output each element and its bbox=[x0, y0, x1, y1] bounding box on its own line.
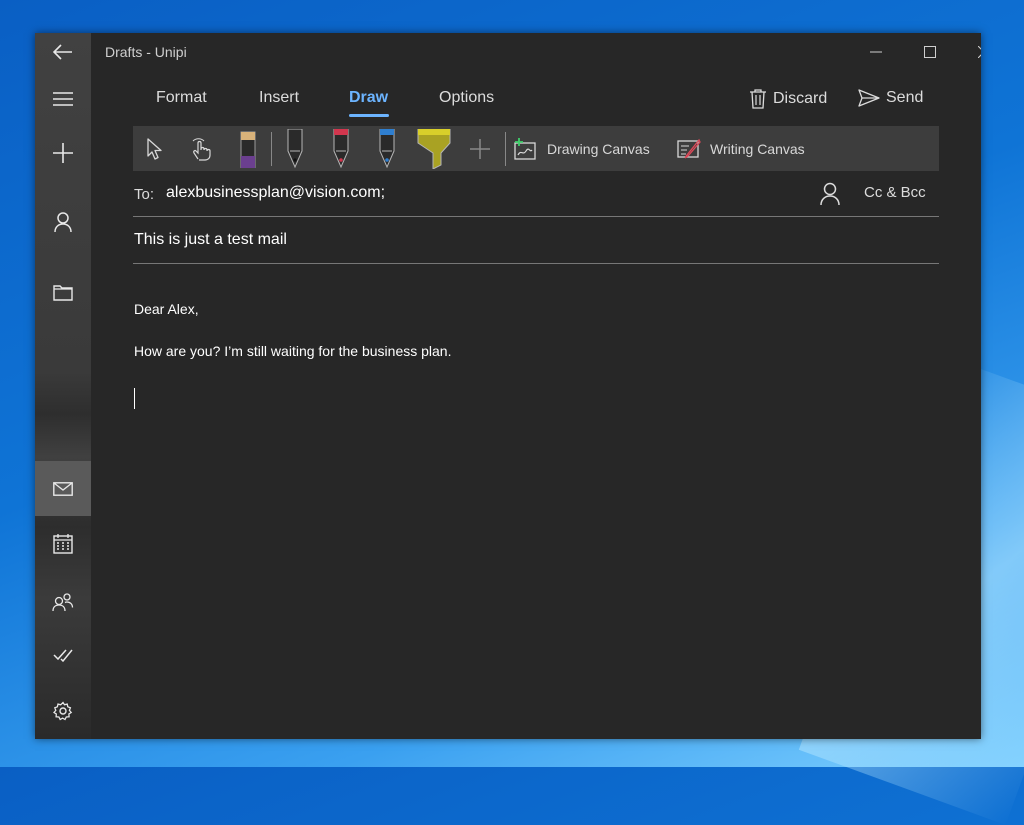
select-icon bbox=[147, 137, 162, 160]
pen-red-button[interactable] bbox=[326, 126, 356, 171]
calendar-button[interactable] bbox=[35, 518, 91, 570]
trash-icon bbox=[750, 89, 766, 109]
mail-compose-window: Drafts - Unipi Format Insert Draw Option… bbox=[35, 33, 981, 739]
pen-red-icon bbox=[333, 128, 349, 168]
tab-draw-label: Draw bbox=[349, 89, 389, 106]
discard-label: Discard bbox=[773, 90, 828, 107]
maximize-button[interactable] bbox=[903, 33, 957, 71]
hamburger-icon bbox=[53, 92, 73, 106]
touch-draw-button[interactable] bbox=[183, 126, 219, 171]
body-paragraph: How are you? I’m still waiting for the b… bbox=[134, 343, 452, 359]
tab-draw[interactable]: Draw bbox=[349, 89, 389, 117]
settings-button[interactable] bbox=[35, 685, 91, 737]
gear-icon bbox=[53, 701, 73, 721]
send-label: Send bbox=[886, 89, 924, 106]
close-button[interactable] bbox=[957, 33, 981, 71]
subject-field-row: This is just a test mail bbox=[133, 218, 939, 264]
toolbar-separator bbox=[271, 132, 272, 166]
todo-button[interactable] bbox=[35, 629, 91, 681]
folders-button[interactable] bbox=[35, 266, 91, 318]
eraser-button[interactable] bbox=[233, 126, 263, 171]
window-title: Drafts - Unipi bbox=[105, 44, 187, 60]
drawing-canvas-label: Drawing Canvas bbox=[547, 140, 650, 157]
select-tool-button[interactable] bbox=[137, 126, 171, 171]
message-body-editor[interactable]: Dear Alex, How are you? I’m still waitin… bbox=[134, 301, 939, 721]
maximize-icon bbox=[924, 46, 936, 58]
menu-button[interactable] bbox=[35, 73, 91, 125]
draw-toolbar: Drawing Canvas Writing Canvas bbox=[133, 126, 939, 171]
text-caret bbox=[134, 388, 135, 409]
pen-blue-icon bbox=[379, 128, 395, 168]
pen-black-button[interactable] bbox=[280, 126, 310, 171]
back-arrow-icon bbox=[53, 44, 72, 60]
send-icon bbox=[858, 89, 880, 107]
drawing-canvas-icon bbox=[514, 137, 536, 160]
toolbar-separator bbox=[505, 132, 506, 166]
subject-input[interactable]: This is just a test mail bbox=[134, 231, 287, 249]
folder-icon bbox=[53, 284, 73, 301]
writing-canvas-label: Writing Canvas bbox=[710, 140, 805, 157]
plus-icon bbox=[53, 143, 73, 163]
contact-picker-icon[interactable] bbox=[819, 182, 841, 206]
add-pen-icon bbox=[470, 138, 490, 159]
mail-button[interactable] bbox=[35, 461, 91, 516]
minimize-button[interactable] bbox=[849, 33, 903, 71]
checkmark-icon bbox=[53, 649, 73, 662]
pen-black-icon bbox=[287, 128, 303, 168]
add-pen-button[interactable] bbox=[465, 126, 495, 171]
tab-options[interactable]: Options bbox=[439, 89, 494, 107]
close-icon bbox=[978, 46, 981, 58]
new-mail-button[interactable] bbox=[35, 127, 91, 179]
tab-insert[interactable]: Insert bbox=[259, 89, 299, 107]
to-recipient-input[interactable]: alexbusinessplan@vision.com; bbox=[166, 184, 385, 202]
people-icon bbox=[52, 593, 74, 612]
accounts-button[interactable] bbox=[35, 196, 91, 248]
minimize-icon bbox=[870, 51, 882, 53]
to-label: To: bbox=[134, 186, 155, 203]
highlighter-button[interactable] bbox=[416, 126, 452, 171]
highlighter-yellow-icon bbox=[417, 128, 451, 169]
mail-icon bbox=[53, 481, 73, 496]
send-button[interactable]: Send bbox=[858, 89, 923, 107]
active-tab-indicator bbox=[349, 114, 389, 117]
people-button[interactable] bbox=[35, 576, 91, 628]
body-greeting: Dear Alex, bbox=[134, 301, 199, 317]
touch-draw-icon bbox=[192, 137, 211, 161]
navigation-rail bbox=[35, 33, 91, 739]
eraser-icon bbox=[240, 131, 256, 168]
pen-blue-button[interactable] bbox=[372, 126, 402, 171]
cc-bcc-button[interactable]: Cc & Bcc bbox=[864, 184, 926, 201]
writing-canvas-icon bbox=[677, 138, 701, 159]
tab-format[interactable]: Format bbox=[156, 89, 207, 107]
person-icon bbox=[54, 212, 72, 232]
calendar-icon bbox=[53, 534, 73, 554]
drawing-canvas-button[interactable]: Drawing Canvas bbox=[514, 126, 650, 171]
writing-canvas-button[interactable]: Writing Canvas bbox=[677, 126, 805, 171]
to-field-row: To: alexbusinessplan@vision.com; Cc & Bc… bbox=[133, 173, 939, 217]
back-button[interactable] bbox=[35, 33, 91, 71]
discard-button[interactable]: Discard bbox=[749, 89, 827, 109]
title-bar[interactable]: Drafts - Unipi bbox=[91, 33, 981, 71]
